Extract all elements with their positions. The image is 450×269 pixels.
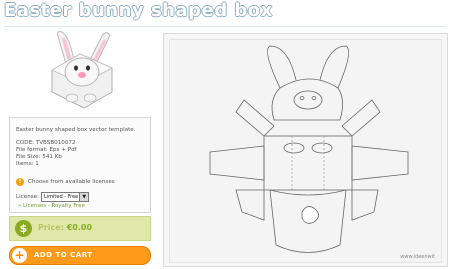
items-count: Items: 1 <box>16 161 39 167</box>
license-label: License: <box>16 194 39 200</box>
title-divider <box>4 26 446 27</box>
bunny-box-template-drawing <box>209 45 409 253</box>
product-thumbnail <box>51 31 113 109</box>
template-preview-canvas: www.ideenwit <box>169 39 442 263</box>
template-preview: www.ideenwit <box>163 33 448 267</box>
plus-icon: + <box>12 248 27 263</box>
license-row: License: Limited - Free ▼ <box>16 192 90 202</box>
choose-license-note: ! Choose from available licenses <box>16 178 115 186</box>
watermark: www.ideenwit <box>400 254 435 260</box>
warning-icon: ! <box>16 178 24 186</box>
dollar-icon: $ <box>15 220 32 237</box>
license-selected-value: Limited - Free <box>43 194 79 200</box>
licenses-link[interactable]: » Licenses - Royalty Free <box>18 203 85 209</box>
license-select[interactable]: Limited - Free ▼ <box>40 192 90 202</box>
file-size: File Size: 541 Kb <box>16 154 62 160</box>
add-to-cart-label: ADD TO CART <box>34 251 93 259</box>
price-value: €0.00 <box>66 223 93 232</box>
file-format: File format: Eps + Pdf <box>16 147 77 153</box>
price-label: Price: <box>38 223 64 232</box>
product-info-box: Easter bunny shaped box vector template.… <box>9 117 151 213</box>
chevron-down-icon[interactable]: ▼ <box>79 193 89 201</box>
page-title: Easter bunny shaped box <box>4 0 273 21</box>
choose-license-text: Choose from available licenses <box>28 179 115 185</box>
price-box: $ Price: €0.00 <box>9 216 151 241</box>
product-description: Easter bunny shaped box vector template. <box>16 127 136 133</box>
price-line: Price: €0.00 <box>38 223 92 232</box>
add-to-cart-button[interactable]: + ADD TO CART <box>9 246 151 265</box>
product-code: CODE: TVBSB010072 <box>16 140 76 146</box>
